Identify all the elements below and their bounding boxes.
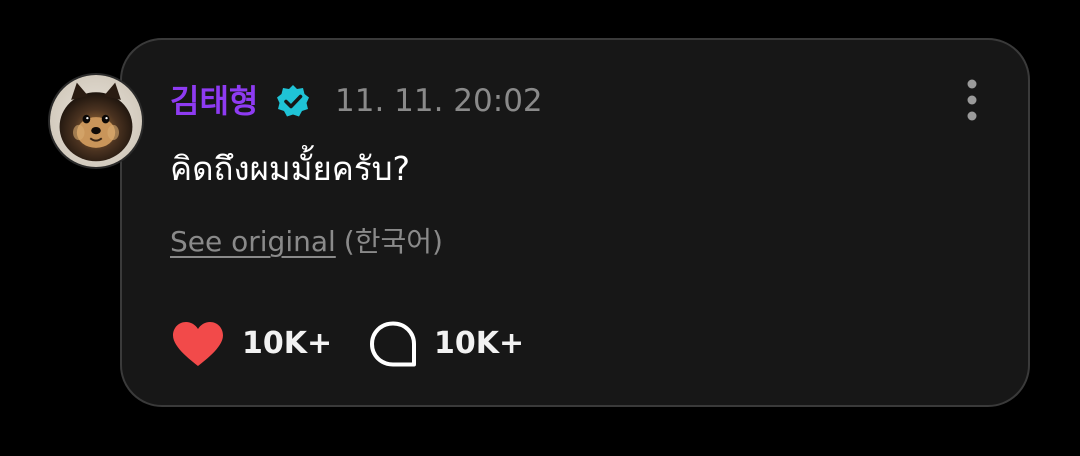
speech-bubble-icon <box>370 321 416 367</box>
like-count: 10K+ <box>242 326 333 361</box>
vertical-ellipsis-icon <box>967 79 977 121</box>
verified-badge-icon <box>276 84 310 118</box>
post-timestamp: 11. 11. 20:02 <box>335 83 543 119</box>
comment-button[interactable]: 10K+ <box>368 320 524 368</box>
post-message: คิดถึงผมมั้ยครับ? <box>170 149 411 188</box>
post-card: 김태형 11. 11. 20:02 คิดถึงผมมั้ยครับ? See … <box>120 38 1030 407</box>
like-button[interactable]: 10K+ <box>170 320 332 368</box>
more-options-button[interactable] <box>952 78 992 122</box>
author-name[interactable]: 김태형 <box>170 80 258 122</box>
original-language-label: (한국어) <box>343 225 443 258</box>
pomeranian-dog-avatar <box>50 75 142 167</box>
comment-count: 10K+ <box>434 326 525 361</box>
avatar[interactable] <box>48 73 144 169</box>
post-screen: 김태형 11. 11. 20:02 คิดถึงผมมั้ยครับ? See … <box>0 0 1080 456</box>
translation-row: See original (한국어) <box>170 222 443 262</box>
heart-icon <box>173 322 223 366</box>
see-original-link[interactable]: See original <box>170 225 336 258</box>
